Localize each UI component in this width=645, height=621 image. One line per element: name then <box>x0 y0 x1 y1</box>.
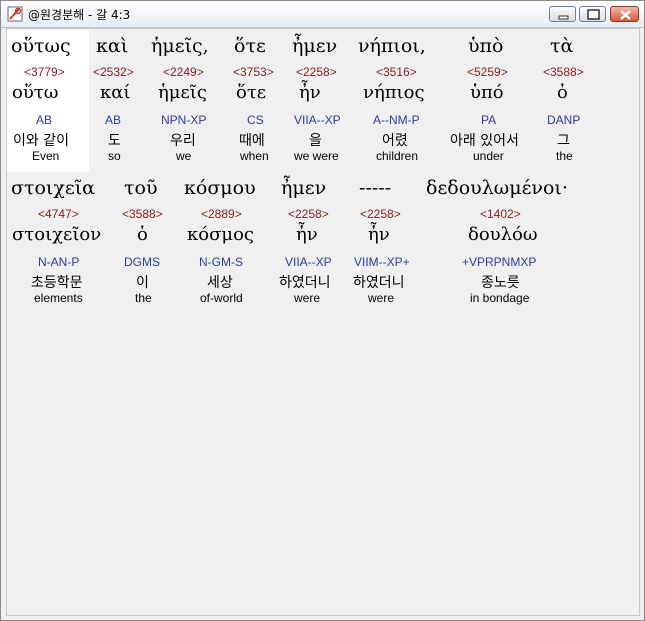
english-gloss: children <box>376 149 419 163</box>
korean-gloss: 초등학문 <box>31 275 83 291</box>
korean-gloss: 아래 있어서 <box>450 133 519 149</box>
strong-number: <3779> <box>24 65 65 79</box>
greek-word: τοῦ <box>124 177 158 199</box>
english-gloss: in bondage <box>470 291 530 305</box>
lemma: καί <box>100 82 131 103</box>
morph-code: CS <box>247 113 264 127</box>
strong-number: <2889> <box>201 207 242 221</box>
morph-code: VIIM--XP+ <box>354 255 410 269</box>
lemma: στοιχεῖον <box>12 224 102 245</box>
strong-number: <5259> <box>467 65 508 79</box>
greek-word: δεδουλωμένοι· <box>426 177 568 199</box>
english-gloss: were <box>294 291 321 305</box>
morph-code: N-GM-S <box>199 255 243 269</box>
greek-word: ἦμεν <box>281 177 327 199</box>
english-gloss: so <box>108 149 121 163</box>
english-gloss: elements <box>34 291 83 305</box>
korean-gloss: 도 <box>108 133 121 149</box>
morph-code: VIIA--XP <box>294 113 341 127</box>
english-gloss: we <box>176 149 192 163</box>
morph-code: N-AN-P <box>38 255 80 269</box>
korean-gloss: 때에 <box>239 133 265 149</box>
lemma: ὁ <box>557 82 568 103</box>
strong-number: <2532> <box>93 65 134 79</box>
greek-word: κόσμου <box>184 177 256 199</box>
lemma: ἦν <box>368 224 390 245</box>
korean-gloss: 종노릇 <box>481 275 520 291</box>
greek-word: καὶ <box>96 35 129 57</box>
close-icon <box>620 10 631 20</box>
english-gloss: we were <box>294 149 339 163</box>
korean-gloss: 을 <box>309 133 322 149</box>
english-gloss: when <box>240 149 269 163</box>
morph-code: A--NM-P <box>373 113 420 127</box>
greek-word: ----- <box>359 177 392 199</box>
strong-number: <1402> <box>480 207 521 221</box>
english-gloss: under <box>473 149 504 163</box>
morph-code: +VPRPNMXP <box>462 255 537 269</box>
morph-code: PA <box>481 113 497 127</box>
greek-word: ὅτε <box>234 35 266 57</box>
lemma: νήπιος <box>363 82 425 103</box>
morph-code: NPN-XP <box>161 113 207 127</box>
minimize-icon <box>558 15 569 20</box>
greek-word: ἡμεῖς, <box>151 35 209 57</box>
greek-word: οὕτως <box>11 35 71 57</box>
close-button[interactable] <box>610 6 639 22</box>
korean-gloss: 세상 <box>207 275 233 291</box>
lemma: ἦν <box>299 82 321 103</box>
lemma: οὕτω <box>12 82 59 103</box>
interlinear-panel[interactable]: οὕτως <3779> οὕτω AB 이와 같이 Even καὶ <253… <box>6 28 640 616</box>
korean-gloss: 그 <box>557 133 570 149</box>
app-icon <box>7 6 23 22</box>
korean-gloss: 하였더니 <box>353 275 405 291</box>
lemma: ὁ <box>137 224 148 245</box>
strong-number: <3588> <box>543 65 584 79</box>
morph-code: VIIA--XP <box>285 255 332 269</box>
greek-word: ὑπὸ <box>468 35 504 57</box>
english-gloss: Even <box>32 149 60 163</box>
korean-gloss: 우리 <box>170 133 196 149</box>
morph-code: AB <box>105 113 122 127</box>
english-gloss: the <box>135 291 152 305</box>
strong-number: <2249> <box>163 65 204 79</box>
lemma: ὑπό <box>470 82 504 103</box>
lemma: ἦν <box>296 224 318 245</box>
lemma: ὅτε <box>236 82 267 103</box>
english-gloss: the <box>556 149 573 163</box>
lemma: κόσμος <box>187 224 254 245</box>
morph-code: DGMS <box>124 255 160 269</box>
title-bar[interactable]: @원경분해 - 갈 4:3 <box>1 1 644 28</box>
strong-number: <3516> <box>376 65 417 79</box>
korean-gloss: 이와 같이 <box>13 133 69 149</box>
greek-word: ἦμεν <box>292 35 338 57</box>
strong-number: <3753> <box>233 65 274 79</box>
greek-word: τὰ <box>550 35 574 57</box>
english-gloss: were <box>368 291 395 305</box>
strong-number: <2258> <box>296 65 337 79</box>
english-gloss: of-world <box>200 291 243 305</box>
lemma: δουλόω <box>468 224 538 245</box>
strong-number: <4747> <box>38 207 79 221</box>
strong-number: <2258> <box>288 207 329 221</box>
strong-number: <3588> <box>122 207 163 221</box>
korean-gloss: 이 <box>136 275 149 291</box>
minimize-button[interactable] <box>549 6 576 22</box>
app-window: @원경분해 - 갈 4:3 οὕτως <3779> οὕτω AB 이와 같이… <box>0 0 645 621</box>
korean-gloss: 하였더니 <box>279 275 331 291</box>
korean-gloss: 어렸 <box>382 133 408 149</box>
lemma: ἡμεῖς <box>158 82 207 103</box>
maximize-button[interactable] <box>579 6 606 22</box>
window-title: @원경분해 - 갈 4:3 <box>28 8 131 22</box>
maximize-icon <box>587 9 600 20</box>
greek-word: στοιχεῖα <box>11 177 96 199</box>
strong-number: <2258> <box>360 207 401 221</box>
morph-code: AB <box>36 113 53 127</box>
greek-word: νήπιοι, <box>358 35 426 57</box>
morph-code: DANP <box>547 113 581 127</box>
